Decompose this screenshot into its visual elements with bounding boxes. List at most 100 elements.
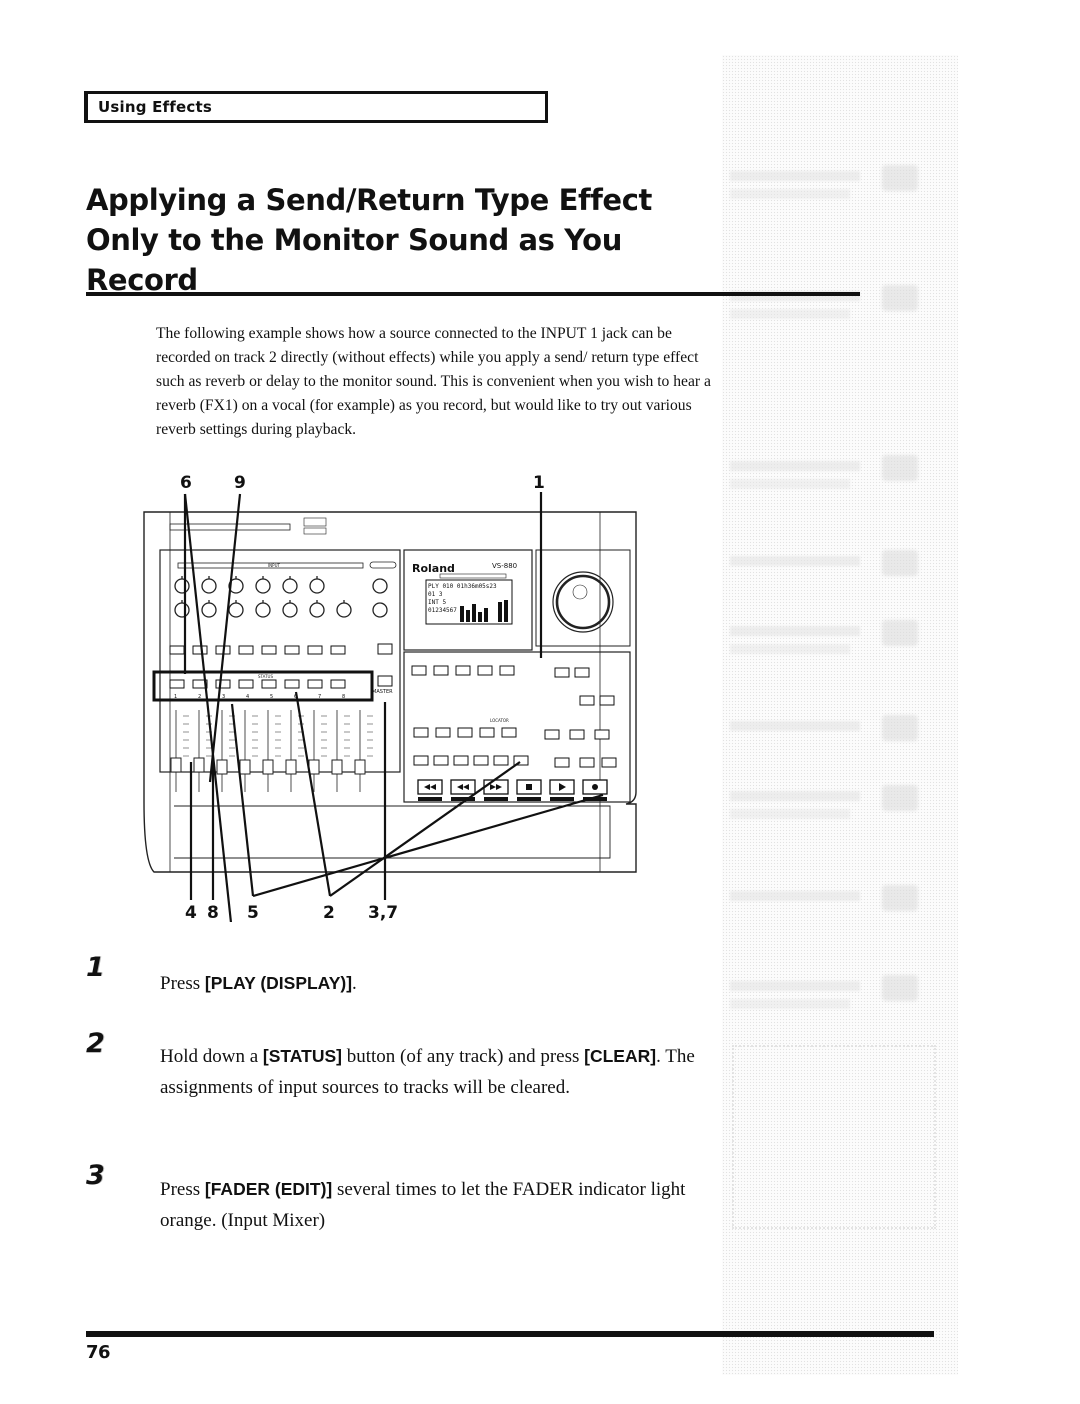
edit-condition-button (433, 665, 449, 676)
status-button (284, 679, 300, 689)
step-text: Press [PLAY (DISPLAY)]. (160, 968, 720, 999)
fader-cap (262, 759, 274, 775)
level-meter-bar (466, 610, 470, 622)
section-label: Using Effects (98, 98, 212, 116)
track-number: 1 (174, 694, 177, 700)
fader-edit-button (377, 675, 393, 687)
select-button (307, 645, 323, 655)
button-reference: [PLAY (DISPLAY)] (204, 973, 353, 993)
select-button (169, 645, 185, 655)
select-button (330, 645, 346, 655)
select-button (284, 645, 300, 655)
locator-button (435, 727, 451, 738)
transport-label-plate (517, 797, 541, 801)
track-number: 3 (222, 694, 225, 700)
knob-icon (282, 602, 298, 618)
level-meter-bar (460, 606, 464, 622)
panel-button (544, 729, 560, 740)
function-button (493, 755, 509, 766)
transport-label-plate (550, 797, 574, 801)
button-reference: [FADER (EDIT)] (204, 1179, 333, 1199)
select-button (261, 645, 277, 655)
panel-button (594, 729, 610, 740)
callout-5: 5 (247, 903, 259, 922)
fader-cap (170, 757, 182, 773)
knob-icon (201, 602, 217, 618)
panel-button (599, 695, 615, 706)
ghost-entry (722, 620, 958, 680)
page-title: Applying a Send/Return Type Effect Only … (86, 180, 706, 300)
knob-icon (255, 578, 271, 594)
ghost-entry (722, 455, 958, 515)
edit-condition-button (477, 665, 493, 676)
panel-button (574, 667, 590, 678)
title-rule (86, 292, 860, 296)
fader-cap (216, 759, 228, 775)
knob-icon (255, 602, 271, 618)
level-meter-bar (504, 600, 508, 622)
status-button (330, 679, 346, 689)
intro-paragraph: The following example shows how a source… (156, 324, 711, 438)
callout-8: 8 (207, 903, 219, 922)
edit-condition-button (455, 665, 471, 676)
select-button (238, 645, 254, 655)
callout-1: 1 (533, 473, 545, 493)
function-button (413, 755, 429, 766)
panel-button (579, 695, 595, 706)
knob-icon (309, 578, 325, 594)
callout-9: 9 (234, 473, 246, 493)
panel-button (554, 667, 570, 678)
transport-label-plate (484, 797, 508, 801)
knob-icon (372, 602, 388, 618)
locator-button (457, 727, 473, 738)
ez-routing-button (377, 643, 393, 655)
button-reference: [STATUS] (262, 1046, 342, 1066)
function-button (473, 755, 489, 766)
step-text-run: Press (160, 1179, 205, 1200)
knob-icon (228, 602, 244, 618)
ghost-entry (722, 550, 958, 610)
ghost-entry (722, 885, 958, 945)
vs880-panel-diagram: 6 9 1 INPUT STATUS 12345678 MASTER Rolan… (143, 473, 637, 922)
step-text: Hold down a [STATUS] button (of any trac… (160, 1041, 720, 1103)
footer-rule (86, 1331, 934, 1337)
step-number: 3 (86, 1160, 105, 1191)
ghost-entry (722, 165, 958, 225)
panel-button (569, 729, 585, 740)
edit-condition-button (499, 665, 515, 676)
ghost-entry (722, 785, 958, 845)
step-number: 1 (86, 952, 105, 983)
master-label: MASTER (372, 689, 393, 695)
lcd-line-3: INT 5 (428, 599, 446, 606)
stop-icon (526, 784, 532, 790)
panel-button (601, 757, 617, 768)
ghost-entry (722, 715, 958, 775)
fader-cap (239, 759, 251, 775)
callout-4: 4 (185, 903, 197, 922)
status-button (261, 679, 277, 689)
callout-6: 6 (180, 473, 192, 493)
function-button (433, 755, 449, 766)
step-text-run: button (of any track) and press (341, 1046, 585, 1067)
section-header-box: Using Effects (84, 91, 548, 123)
step-text-run: . (352, 973, 357, 994)
panel-button (579, 757, 595, 768)
status-button (238, 679, 254, 689)
edit-condition-button (411, 665, 427, 676)
knob-icon (372, 578, 388, 594)
panel-button (554, 757, 570, 768)
fader-cap (193, 757, 205, 773)
callout-2: 2 (323, 903, 335, 922)
level-meter-bar (478, 612, 482, 622)
lcd-line-4: 01234567 (428, 607, 457, 614)
status-button (215, 679, 231, 689)
knob-icon (174, 578, 190, 594)
level-meter-bar (472, 604, 476, 622)
track-number: 2 (198, 694, 201, 700)
status-label: STATUS (258, 674, 273, 679)
knob-icon (336, 602, 352, 618)
step-text-run: Hold down a (160, 1046, 263, 1067)
page-number: 76 (86, 1342, 111, 1363)
level-meter-bar (484, 608, 488, 622)
fader-cap (308, 759, 320, 775)
